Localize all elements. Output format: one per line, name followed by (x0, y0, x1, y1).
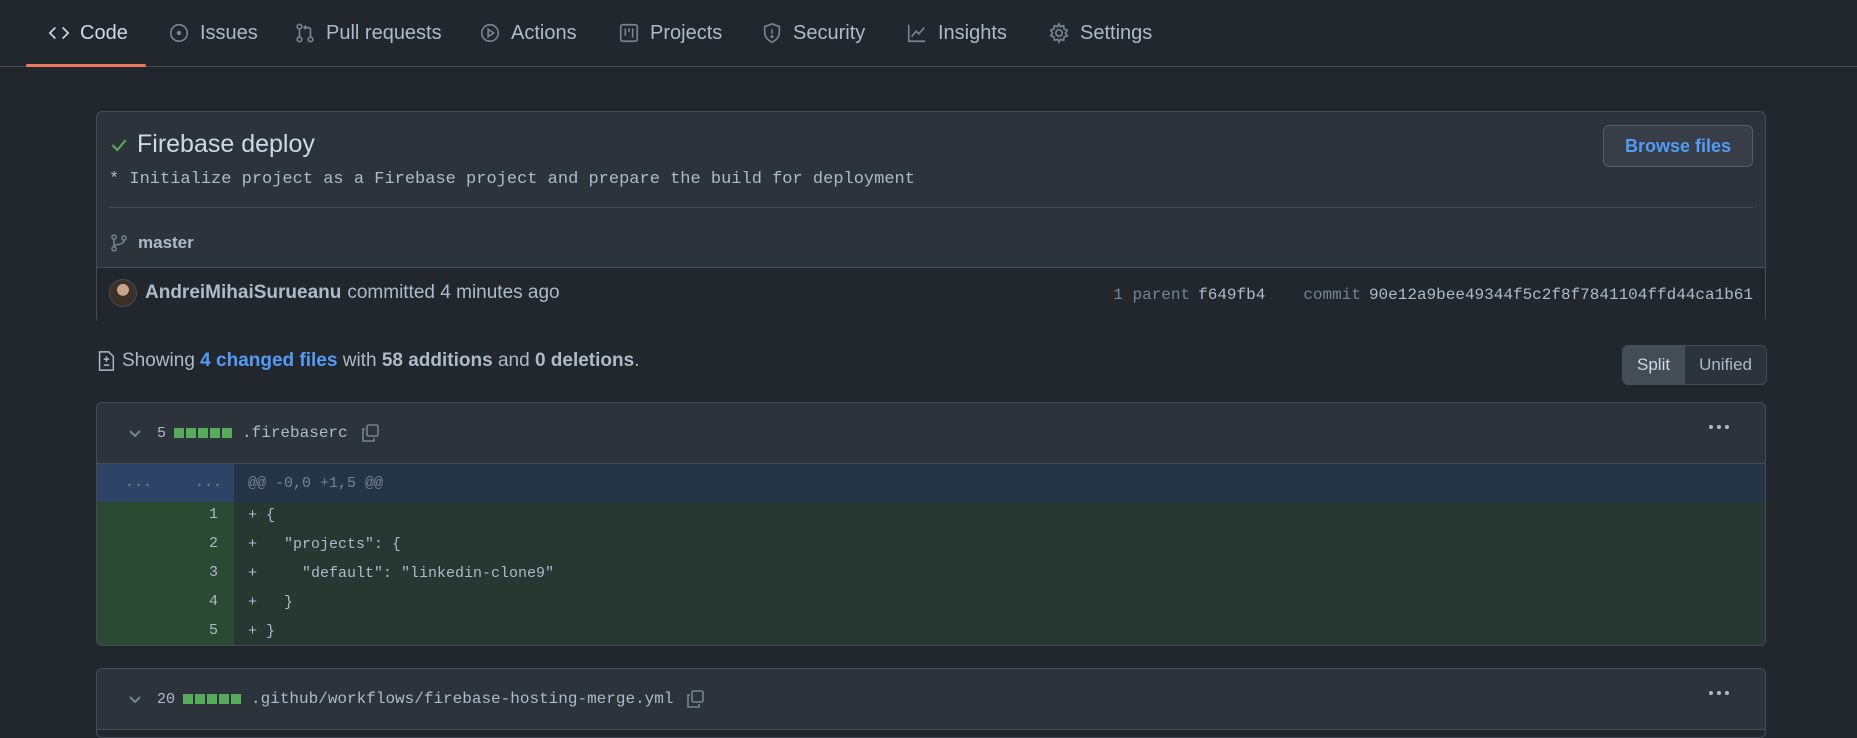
file-name-link[interactable]: .firebaserc (242, 424, 348, 442)
tab-insights[interactable]: Insights (906, 0, 1007, 66)
shield-icon (763, 22, 781, 44)
author-name[interactable]: AndreiMihaiSurueanu (145, 282, 341, 304)
diff-view-toggle: Split Unified (1622, 345, 1767, 385)
hunk-header: ... ... @@ -0,0 +1,5 @@ (97, 464, 1765, 502)
commit-sha: 90e12a9bee49344f5c2f8f7841104ffd44ca1b61 (1368, 286, 1753, 304)
copy-icon[interactable] (360, 423, 380, 443)
chevron-down-icon[interactable] (127, 425, 143, 441)
tab-code-label: Code (80, 21, 128, 44)
summary-with: with (342, 350, 377, 371)
chevron-down-icon[interactable] (127, 691, 143, 707)
diff-line: 5 + } (97, 618, 1765, 645)
hunk-left-ellipsis: ... (125, 474, 153, 491)
active-tab-indicator (26, 64, 146, 67)
project-icon (619, 23, 639, 43)
hunk-text: @@ -0,0 +1,5 @@ (248, 474, 384, 492)
change-count: 20 (157, 690, 176, 708)
file-diff-icon (98, 351, 115, 371)
pull-request-icon (296, 23, 314, 43)
diff-line: 1 + { (97, 502, 1765, 531)
line-number[interactable]: 5 (97, 618, 234, 645)
commit-description: * Initialize project as a Firebase proje… (109, 170, 915, 189)
diff-line: 2 + "projects": { (97, 531, 1765, 560)
tab-security[interactable]: Security (761, 0, 865, 66)
summary-prefix: Showing (122, 350, 195, 371)
diff-summary: Showing 4 changed files with 58 addition… (96, 350, 639, 372)
line-code: + "default": "linkedin-clone9" (248, 565, 555, 582)
file-name-link[interactable]: .github/workflows/firebase-hosting-merge… (251, 690, 673, 708)
diffstat-blocks (183, 694, 242, 704)
diff-line: 3 + "default": "linkedin-clone9" (97, 560, 1765, 589)
tab-actions[interactable]: Actions (479, 0, 577, 66)
repo-nav: Code Issues Pull requests Actions Projec… (0, 0, 1857, 67)
play-icon (480, 23, 500, 43)
commit-author: AndreiMihaiSurueanu committed 4 minutes … (109, 279, 560, 307)
issue-icon (169, 23, 189, 43)
commit-meta: AndreiMihaiSurueanu committed 4 minutes … (97, 267, 1765, 324)
parent-sha-link[interactable]: f649fb4 (1198, 286, 1265, 304)
tab-projects-label: Projects (650, 21, 723, 44)
diff-line: 4 + } (97, 589, 1765, 618)
tab-issues-label: Issues (200, 21, 258, 44)
gear-icon (1049, 22, 1069, 44)
tab-insights-label: Insights (938, 21, 1007, 44)
line-code: + } (248, 623, 276, 640)
branch-name: master (138, 233, 194, 252)
more-options-icon[interactable] (1709, 425, 1729, 429)
line-number[interactable]: 3 (97, 560, 234, 589)
changed-files-link[interactable]: 4 changed files (200, 350, 337, 372)
additions-count: 58 additions (381, 350, 493, 371)
tab-code[interactable]: Code (48, 0, 128, 66)
tab-actions-label: Actions (511, 21, 577, 44)
commit-label: commit (1303, 286, 1361, 304)
parent-label: 1 parent (1113, 286, 1191, 304)
file-header: 5 .firebaserc (97, 403, 1765, 464)
branch-icon (111, 234, 127, 252)
divider (109, 207, 1753, 208)
line-number[interactable]: 4 (97, 589, 234, 618)
tab-pull-requests[interactable]: Pull requests (294, 0, 442, 66)
summary-and: and (497, 350, 530, 371)
tab-security-label: Security (793, 21, 866, 44)
summary-suffix: . (634, 350, 640, 371)
file-diff: 5 .firebaserc ... ... @@ -0,0 +1,5 @@ 1 … (96, 402, 1766, 646)
split-view-button[interactable]: Split (1623, 346, 1685, 384)
branch-label[interactable]: master (109, 233, 194, 253)
tab-projects[interactable]: Projects (618, 0, 722, 66)
deletions-count: 0 deletions (534, 350, 635, 371)
tab-settings-label: Settings (1080, 21, 1153, 44)
file-header: 20 .github/workflows/firebase-hosting-me… (97, 669, 1765, 730)
file-diff: 20 .github/workflows/firebase-hosting-me… (96, 668, 1766, 738)
line-code: + { (248, 507, 276, 524)
commit-ids: 1 parent f649fb4 commit 90e12a9bee49344f… (1113, 286, 1753, 304)
unified-view-button[interactable]: Unified (1684, 346, 1766, 384)
tab-settings[interactable]: Settings (1048, 0, 1152, 66)
diffstat-blocks (174, 428, 233, 438)
more-options-icon[interactable] (1709, 691, 1729, 695)
commit-time: committed 4 minutes ago (347, 282, 560, 303)
copy-icon[interactable] (685, 689, 705, 709)
tab-issues[interactable]: Issues (168, 0, 258, 66)
code-icon (48, 26, 70, 40)
commit-title: Firebase deploy (109, 130, 315, 159)
tab-pull-requests-label: Pull requests (326, 21, 442, 44)
line-code: + } (248, 594, 294, 611)
hunk-right-ellipsis: ... (195, 474, 223, 491)
avatar[interactable] (109, 279, 137, 307)
browse-files-button[interactable]: Browse files (1603, 125, 1753, 167)
check-icon (111, 138, 127, 152)
change-count: 5 (157, 424, 167, 442)
line-number[interactable]: 2 (97, 531, 234, 560)
line-number[interactable]: 1 (97, 502, 234, 531)
hunk-expand[interactable]: ... ... (97, 464, 234, 502)
commit-title-text: Firebase deploy (137, 130, 315, 158)
line-code: + "projects": { (248, 536, 402, 553)
commit-header: Firebase deploy * Initialize project as … (96, 111, 1766, 324)
graph-icon (907, 24, 926, 43)
